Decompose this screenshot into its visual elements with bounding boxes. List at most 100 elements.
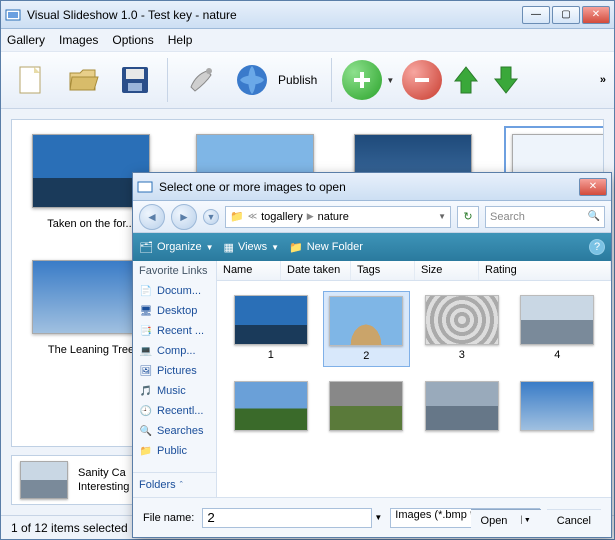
breadcrumb-seg[interactable]: nature <box>318 211 349 223</box>
open-button[interactable] <box>61 58 105 102</box>
file-thumb[interactable] <box>514 377 602 439</box>
file-label: 3 <box>459 349 465 361</box>
filename-input[interactable] <box>202 508 372 528</box>
chevron-down-icon: ▼ <box>206 243 214 252</box>
filename-dropdown-icon[interactable]: ▼ <box>374 513 382 522</box>
new-button[interactable] <box>9 58 53 102</box>
breadcrumb[interactable]: 📁 ≪ togallery ▶ nature ▼ <box>225 206 451 228</box>
file-thumb[interactable] <box>418 377 506 439</box>
col-rating[interactable]: Rating <box>479 261 611 280</box>
app-icon <box>5 7 21 23</box>
refresh-button[interactable]: ↻ <box>457 206 479 228</box>
help-button[interactable]: ? <box>589 239 605 255</box>
remove-button[interactable] <box>402 60 442 100</box>
settings-button[interactable] <box>178 58 222 102</box>
folder-icon: 📁 <box>139 444 153 458</box>
newfolder-label: New Folder <box>307 241 363 253</box>
music-icon: 🎵 <box>139 384 153 398</box>
views-icon: ▦ <box>224 241 234 254</box>
move-down-button[interactable] <box>490 60 522 100</box>
status-text: 1 of 12 items selected <box>11 521 128 535</box>
minimize-button[interactable]: — <box>522 6 550 24</box>
menu-images[interactable]: Images <box>59 33 98 47</box>
toolbar-overflow-icon[interactable]: » <box>600 74 606 86</box>
dialog-toolbar: 🗂Organize▼ ▦ Views ▼ 📁 New Folder ? <box>133 233 611 261</box>
sidebar-item-desktop[interactable]: 🖥Desktop <box>133 301 216 321</box>
recent-icon: 🕘 <box>139 404 153 418</box>
sidebar-label: Public <box>157 445 187 457</box>
file-label: 4 <box>554 349 560 361</box>
organize-icon: 🗂 <box>139 241 153 254</box>
sidebar-label: Recentl... <box>157 405 203 417</box>
file-thumb[interactable]: 4 <box>514 291 602 367</box>
nav-forward-button[interactable]: ► <box>171 204 197 230</box>
views-label: Views <box>238 241 267 253</box>
menu-gallery[interactable]: Gallery <box>7 33 45 47</box>
menubar: Gallery Images Options Help <box>1 29 614 51</box>
cancel-button[interactable]: Cancel <box>547 509 601 531</box>
file-image <box>329 296 403 346</box>
toolbar-separator-2 <box>331 58 332 102</box>
sidebar-item-pictures[interactable]: 🖼 Pictures <box>133 361 216 381</box>
chevron-down-icon: ▼ <box>271 243 279 252</box>
sidebar-folders-toggle[interactable]: Folders ˆ <box>133 472 216 497</box>
sidebar-label: Recent ... <box>157 325 204 337</box>
file-thumb[interactable]: 1 <box>227 291 315 367</box>
search-input[interactable]: Search <box>485 206 605 228</box>
chevron-up-icon: ˆ <box>180 480 183 490</box>
breadcrumb-sep-icon: ≪ <box>248 211 257 222</box>
window-buttons: — ▢ ✕ <box>522 6 610 24</box>
nav-back-button[interactable]: ◄ <box>139 204 165 230</box>
nav-history-button[interactable]: ▼ <box>203 209 219 225</box>
newfolder-button[interactable]: 📁 New Folder <box>289 241 363 254</box>
cancel-label: Cancel <box>557 515 591 527</box>
file-thumb-selected[interactable]: 2 <box>323 291 411 367</box>
move-up-button[interactable] <box>450 60 482 100</box>
desktop-icon: 🖥 <box>139 304 153 318</box>
menu-help[interactable]: Help <box>168 33 193 47</box>
search-icon: 🔍 <box>139 424 153 438</box>
pictures-icon: 🖼 <box>139 364 153 378</box>
col-name[interactable]: Name <box>217 261 281 280</box>
open-button[interactable]: Open│▼ <box>471 509 541 531</box>
col-size[interactable]: Size <box>415 261 479 280</box>
sidebar-item-searches[interactable]: 🔍Searches <box>133 421 216 441</box>
sidebar-item-recently[interactable]: 🕘 Recentl... <box>133 401 216 421</box>
file-image <box>234 381 308 431</box>
file-image <box>520 381 594 431</box>
organize-button[interactable]: 🗂Organize▼ <box>139 241 214 254</box>
sidebar-item-documents[interactable]: 📄Docum... <box>133 281 216 301</box>
file-thumb[interactable] <box>227 377 315 439</box>
dialog-close-button[interactable]: ✕ <box>579 178 607 196</box>
dialog-title: Select one or more images to open <box>159 180 579 194</box>
file-label: 1 <box>268 349 274 361</box>
save-button[interactable] <box>113 58 157 102</box>
menu-options[interactable]: Options <box>112 33 153 47</box>
col-date[interactable]: Date taken <box>281 261 351 280</box>
sidebar-item-music[interactable]: 🎵Music <box>133 381 216 401</box>
folders-label: Folders <box>139 479 176 491</box>
sidebar-item-public[interactable]: 📁 Public <box>133 441 216 461</box>
file-image <box>425 295 499 345</box>
file-thumb[interactable] <box>323 377 411 439</box>
views-button[interactable]: ▦ Views ▼ <box>224 241 279 254</box>
add-button[interactable] <box>342 60 382 100</box>
col-tags[interactable]: Tags <box>351 261 415 280</box>
sidebar-header: Favorite Links <box>133 261 216 281</box>
breadcrumb-seg[interactable]: togallery <box>261 211 303 223</box>
file-list-area: Name Date taken Tags Size Rating 1 2 3 4 <box>217 261 611 497</box>
detail-line1: Sanity Ca <box>78 466 129 480</box>
publish-button[interactable] <box>230 58 274 102</box>
file-thumb[interactable]: 3 <box>418 291 506 367</box>
breadcrumb-dropdown-icon[interactable]: ▼ <box>438 212 446 221</box>
maximize-button[interactable]: ▢ <box>552 6 580 24</box>
add-dropdown-icon[interactable]: ▼ <box>386 76 394 85</box>
folder-icon: 📁 <box>289 241 303 254</box>
dialog-icon <box>137 179 153 195</box>
file-image <box>520 295 594 345</box>
open-dialog: Select one or more images to open ✕ ◄ ► … <box>132 172 612 538</box>
close-button[interactable]: ✕ <box>582 6 610 24</box>
sidebar-item-computer[interactable]: 💻Comp... <box>133 341 216 361</box>
sidebar-item-recent[interactable]: 📑Recent ... <box>133 321 216 341</box>
sidebar-label: Pictures <box>157 365 197 377</box>
